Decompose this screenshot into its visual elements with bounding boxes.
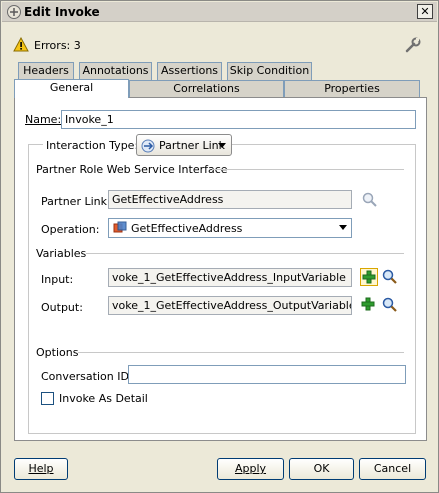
divider xyxy=(78,352,404,353)
tab-properties[interactable]: Properties xyxy=(284,80,420,97)
invoke-as-detail-checkbox[interactable] xyxy=(41,392,54,405)
operation-icon xyxy=(113,221,127,238)
operation-label: Operation: xyxy=(41,223,100,236)
edit-invoke-dialog: Edit Invoke ✕ Errors: 3 Headers Annotati… xyxy=(0,0,439,493)
input-label: Input: xyxy=(41,273,74,286)
output-label: Output: xyxy=(41,301,83,314)
interaction-type-value: Partner Link xyxy=(159,139,225,152)
search-icon[interactable] xyxy=(361,191,379,209)
name-label: Name: xyxy=(25,113,62,126)
warning-icon xyxy=(13,36,29,53)
interaction-type-dropdown[interactable]: Partner Link xyxy=(136,134,232,156)
tab-label: Assertions xyxy=(160,64,219,77)
tab-headers[interactable]: Headers xyxy=(18,62,74,80)
output-variable-value: voke_1_GetEffectiveAddress_OutputVariabl… xyxy=(112,299,352,312)
close-icon: ✕ xyxy=(420,5,430,18)
interaction-group xyxy=(28,144,416,434)
help-button[interactable]: Help xyxy=(14,458,68,480)
output-variable-field[interactable]: voke_1_GetEffectiveAddress_OutputVariabl… xyxy=(108,296,352,315)
divider xyxy=(86,253,404,254)
bpel-icon xyxy=(6,4,22,20)
tab-label: Properties xyxy=(324,82,380,95)
tab-label: Annotations xyxy=(82,64,149,77)
name-field[interactable]: Invoke_1 xyxy=(61,110,416,129)
invoke-as-detail-label: Invoke As Detail xyxy=(59,392,148,405)
chevron-down-icon xyxy=(339,225,347,230)
window-title: Edit Invoke xyxy=(24,5,100,19)
tab-general[interactable]: General xyxy=(14,79,129,98)
cancel-label: Cancel xyxy=(373,462,412,475)
partner-link-value: GetEffectiveAddress xyxy=(112,193,224,206)
close-button[interactable]: ✕ xyxy=(417,4,433,19)
name-value: Invoke_1 xyxy=(65,113,114,126)
operation-dropdown[interactable]: GetEffectiveAddress xyxy=(108,218,352,238)
input-variable-field[interactable]: voke_1_GetEffectiveAddress_InputVariable xyxy=(108,268,352,287)
apply-label: Apply xyxy=(234,462,267,475)
partner-link-field[interactable]: GetEffectiveAddress xyxy=(108,190,352,209)
tab-label: General xyxy=(49,81,94,94)
variables-section-title: Variables xyxy=(36,247,87,260)
title-bar[interactable]: Edit Invoke ✕ xyxy=(2,2,437,22)
ok-label: OK xyxy=(313,462,330,475)
tab-correlations[interactable]: Correlations xyxy=(129,80,284,97)
divider xyxy=(212,169,404,170)
tab-assertions[interactable]: Assertions xyxy=(157,62,222,80)
tab-label: Correlations xyxy=(173,82,240,95)
options-section-title: Options xyxy=(36,346,79,359)
interaction-type-label: Interaction Type: xyxy=(43,139,142,152)
tab-skip-condition[interactable]: Skip Condition xyxy=(227,62,312,80)
general-panel: Name: Invoke_1 Interaction Type: Partner… xyxy=(14,97,427,441)
partner-link-label: Partner Link: xyxy=(41,195,111,208)
chevron-down-icon xyxy=(218,143,226,148)
errors-count: Errors: 3 xyxy=(34,39,81,52)
help-label: Help xyxy=(28,462,54,475)
add-icon[interactable] xyxy=(360,296,378,314)
add-icon[interactable] xyxy=(360,268,378,286)
wrench-icon[interactable] xyxy=(404,36,422,54)
conversation-id-field[interactable] xyxy=(128,365,406,384)
search-icon[interactable] xyxy=(381,268,399,286)
tab-label: Headers xyxy=(23,64,69,77)
ok-button[interactable]: OK xyxy=(289,458,354,480)
tab-label: Skip Condition xyxy=(229,64,310,77)
apply-button[interactable]: Apply xyxy=(217,458,284,480)
tab-annotations[interactable]: Annotations xyxy=(79,62,152,80)
operation-value: GetEffectiveAddress xyxy=(131,222,243,235)
input-variable-value: voke_1_GetEffectiveAddress_InputVariable xyxy=(112,271,346,284)
conversation-id-label: Conversation ID: xyxy=(41,370,133,383)
partner-link-icon xyxy=(140,138,156,157)
search-icon[interactable] xyxy=(381,296,399,314)
partner-section-title: Partner Role Web Service Interface xyxy=(36,163,228,176)
cancel-button[interactable]: Cancel xyxy=(359,458,426,480)
